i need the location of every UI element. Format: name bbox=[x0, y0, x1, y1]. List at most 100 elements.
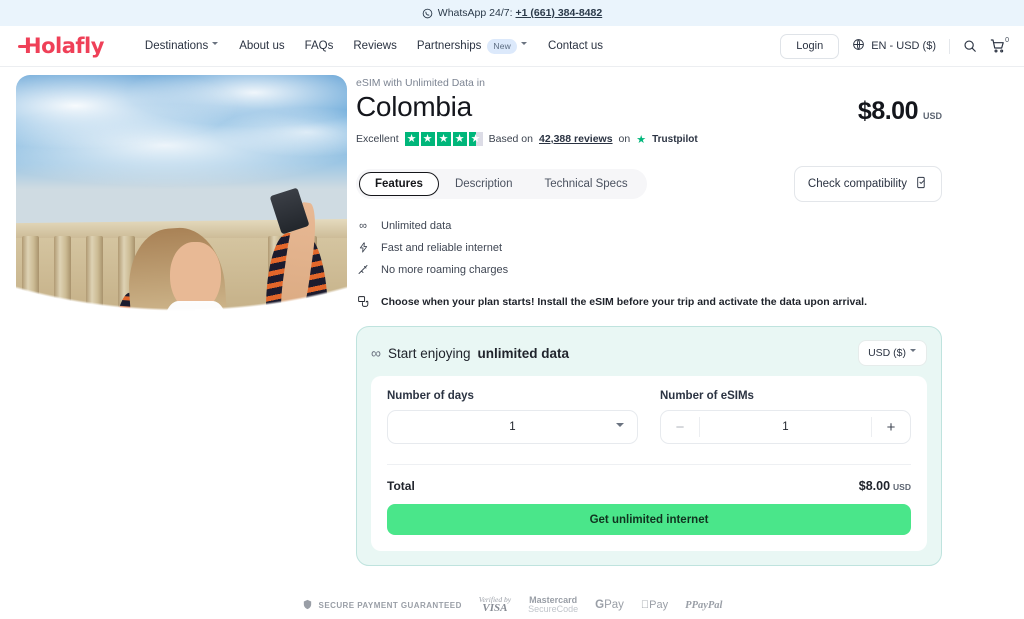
applepay-label: Pay bbox=[645, 599, 668, 612]
holafly-logo[interactable]: Holafly bbox=[18, 34, 104, 58]
nav-item-contact-us[interactable]: Contact us bbox=[548, 40, 603, 52]
decrement-button[interactable]: − bbox=[661, 411, 699, 443]
trustpilot-label: Trustpilot bbox=[652, 133, 698, 145]
star-rating: ★ ★ ★ ★ ★ bbox=[404, 132, 483, 146]
esims-stepper: − 1 + bbox=[660, 410, 911, 444]
hero-image-column bbox=[0, 67, 348, 619]
locale-selector[interactable]: EN - USD ($) bbox=[852, 38, 936, 54]
locale-label: EN - USD ($) bbox=[871, 40, 936, 52]
days-value: 1 bbox=[509, 421, 516, 433]
purchase-form: Number of days 1 Number of eSIMs − 1 + T… bbox=[371, 376, 927, 551]
star-icon: ★ bbox=[420, 132, 435, 146]
nav-item-reviews[interactable]: Reviews bbox=[353, 40, 396, 52]
whatsapp-phone-link[interactable]: +1 (661) 384-8482 bbox=[516, 7, 603, 19]
feature-label: Unlimited data bbox=[381, 220, 452, 232]
globe-icon bbox=[852, 38, 865, 54]
gpay-mark: G bbox=[595, 599, 605, 612]
compat-label: Check compatibility bbox=[807, 178, 907, 190]
logo-crossbar bbox=[18, 45, 30, 48]
calendar-hand-icon bbox=[356, 295, 370, 308]
increment-button[interactable]: + bbox=[872, 411, 910, 443]
new-badge: New bbox=[487, 38, 518, 54]
page-title: Colombia bbox=[356, 91, 472, 122]
features-list: ∞ Unlimited data Fast and reliable inter… bbox=[356, 220, 942, 276]
visa-line-2: VISA bbox=[482, 602, 508, 615]
chevron-down-icon bbox=[616, 423, 624, 431]
rating-based-on: Based on bbox=[488, 133, 533, 145]
secure-payment-text: SECURE PAYMENT GUARANTEED bbox=[318, 600, 462, 610]
purchase-card-header: ∞ Start enjoying unlimited data USD ($) bbox=[371, 340, 927, 366]
mastercard-line-2: SecureCode bbox=[528, 604, 579, 615]
nav-label: Reviews bbox=[353, 40, 397, 52]
product-price: $8.00 USD bbox=[858, 91, 942, 126]
price-currency: USD bbox=[922, 111, 942, 121]
purchase-card: ∞ Start enjoying unlimited data USD ($) … bbox=[356, 326, 942, 566]
chevron-down-icon bbox=[521, 41, 528, 49]
nav-label: About us bbox=[239, 40, 285, 52]
check-compatibility-button[interactable]: Check compatibility bbox=[793, 166, 942, 202]
paypal-label: PayPal bbox=[687, 599, 723, 611]
tab-technical-specs[interactable]: Technical Specs bbox=[528, 172, 643, 196]
trustpilot-rating: Excellent ★ ★ ★ ★ ★ Based on 42,388 revi… bbox=[356, 132, 942, 146]
cart-icon[interactable]: 0 bbox=[990, 37, 1009, 54]
star-icon: ★ bbox=[452, 132, 467, 146]
device-check-icon bbox=[915, 176, 928, 192]
logo-text: Holafly bbox=[24, 34, 104, 58]
chevron-down-icon bbox=[212, 41, 219, 49]
search-icon[interactable] bbox=[963, 39, 977, 53]
paypal-badge: PPayPal bbox=[685, 600, 722, 611]
price-amount: $8.00 bbox=[857, 97, 919, 125]
nav-item-faqs[interactable]: FAQs bbox=[305, 40, 334, 52]
nav-label: Contact us bbox=[548, 40, 603, 52]
product-tabs: Features Description Technical Specs bbox=[356, 169, 647, 199]
title-price-row: Colombia $8.00 USD bbox=[356, 91, 942, 126]
feature-item: ∞ Unlimited data bbox=[356, 220, 942, 232]
days-select[interactable]: 1 bbox=[387, 410, 638, 444]
purchase-title-bold: unlimited data bbox=[477, 345, 570, 361]
note-text: Choose when your plan starts! Install th… bbox=[381, 295, 868, 308]
esims-label: Number of eSIMs bbox=[660, 390, 754, 402]
nav-label: Destinations bbox=[144, 40, 209, 52]
currency-label: USD ($) bbox=[868, 347, 906, 359]
apple-icon:  bbox=[641, 599, 649, 611]
cart-count-badge: 0 bbox=[1005, 37, 1009, 44]
rating-word: Excellent bbox=[356, 133, 399, 145]
nav-item-about-us[interactable]: About us bbox=[239, 40, 284, 52]
days-label: Number of days bbox=[387, 390, 474, 402]
login-button[interactable]: Login bbox=[780, 33, 840, 59]
infinity-icon: ∞ bbox=[359, 220, 367, 232]
google-pay-badge: GPay bbox=[595, 599, 624, 611]
nav-label: Partnerships bbox=[416, 40, 482, 52]
total-label: Total bbox=[387, 479, 415, 493]
whatsapp-icon bbox=[422, 8, 433, 19]
tab-description[interactable]: Description bbox=[439, 172, 529, 196]
nav-item-partnerships[interactable]: Partnerships New bbox=[416, 38, 528, 54]
rating-on: on bbox=[618, 133, 631, 145]
hero-image bbox=[16, 75, 347, 468]
chevron-down-icon bbox=[910, 348, 917, 356]
announcement-text: WhatsApp 24/7: bbox=[437, 7, 513, 19]
header-actions: Login EN - USD ($) 0 bbox=[780, 33, 1009, 59]
nav-item-destinations[interactable]: Destinations bbox=[145, 40, 219, 52]
star-icon: ★ bbox=[436, 132, 451, 146]
purchase-title-plain: Start enjoying bbox=[387, 345, 471, 361]
shield-icon bbox=[302, 599, 313, 612]
secure-payment-badge: SECURE PAYMENT GUARANTEED bbox=[302, 599, 462, 612]
star-icon: ★ bbox=[404, 132, 419, 146]
tabs-row: Features Description Technical Specs Che… bbox=[356, 166, 942, 202]
announcement-bar: WhatsApp 24/7: +1 (661) 384-8482 bbox=[0, 0, 1024, 26]
currency-select[interactable]: USD ($) bbox=[858, 340, 927, 366]
tab-features[interactable]: Features bbox=[359, 172, 439, 196]
gpay-label: Pay bbox=[604, 599, 624, 612]
feature-label: No more roaming charges bbox=[381, 263, 509, 276]
product-content: eSIM with Unlimited Data in Colombia $8.… bbox=[348, 67, 1024, 619]
payment-badges: SECURE PAYMENT GUARANTEED Verified by VI… bbox=[0, 595, 1024, 615]
product-eyebrow: eSIM with Unlimited Data in bbox=[356, 77, 485, 89]
reviews-count-link[interactable]: 42,388 reviews bbox=[539, 133, 613, 145]
infinity-icon: ∞ bbox=[371, 345, 381, 361]
total-amount: $8.00 bbox=[858, 479, 891, 493]
feature-item: No more roaming charges bbox=[356, 263, 942, 276]
site-header: Holafly Destinations About us FAQs Revie… bbox=[0, 26, 1024, 67]
get-unlimited-internet-button[interactable]: Get unlimited internet bbox=[387, 504, 911, 535]
no-roaming-icon bbox=[356, 263, 370, 276]
